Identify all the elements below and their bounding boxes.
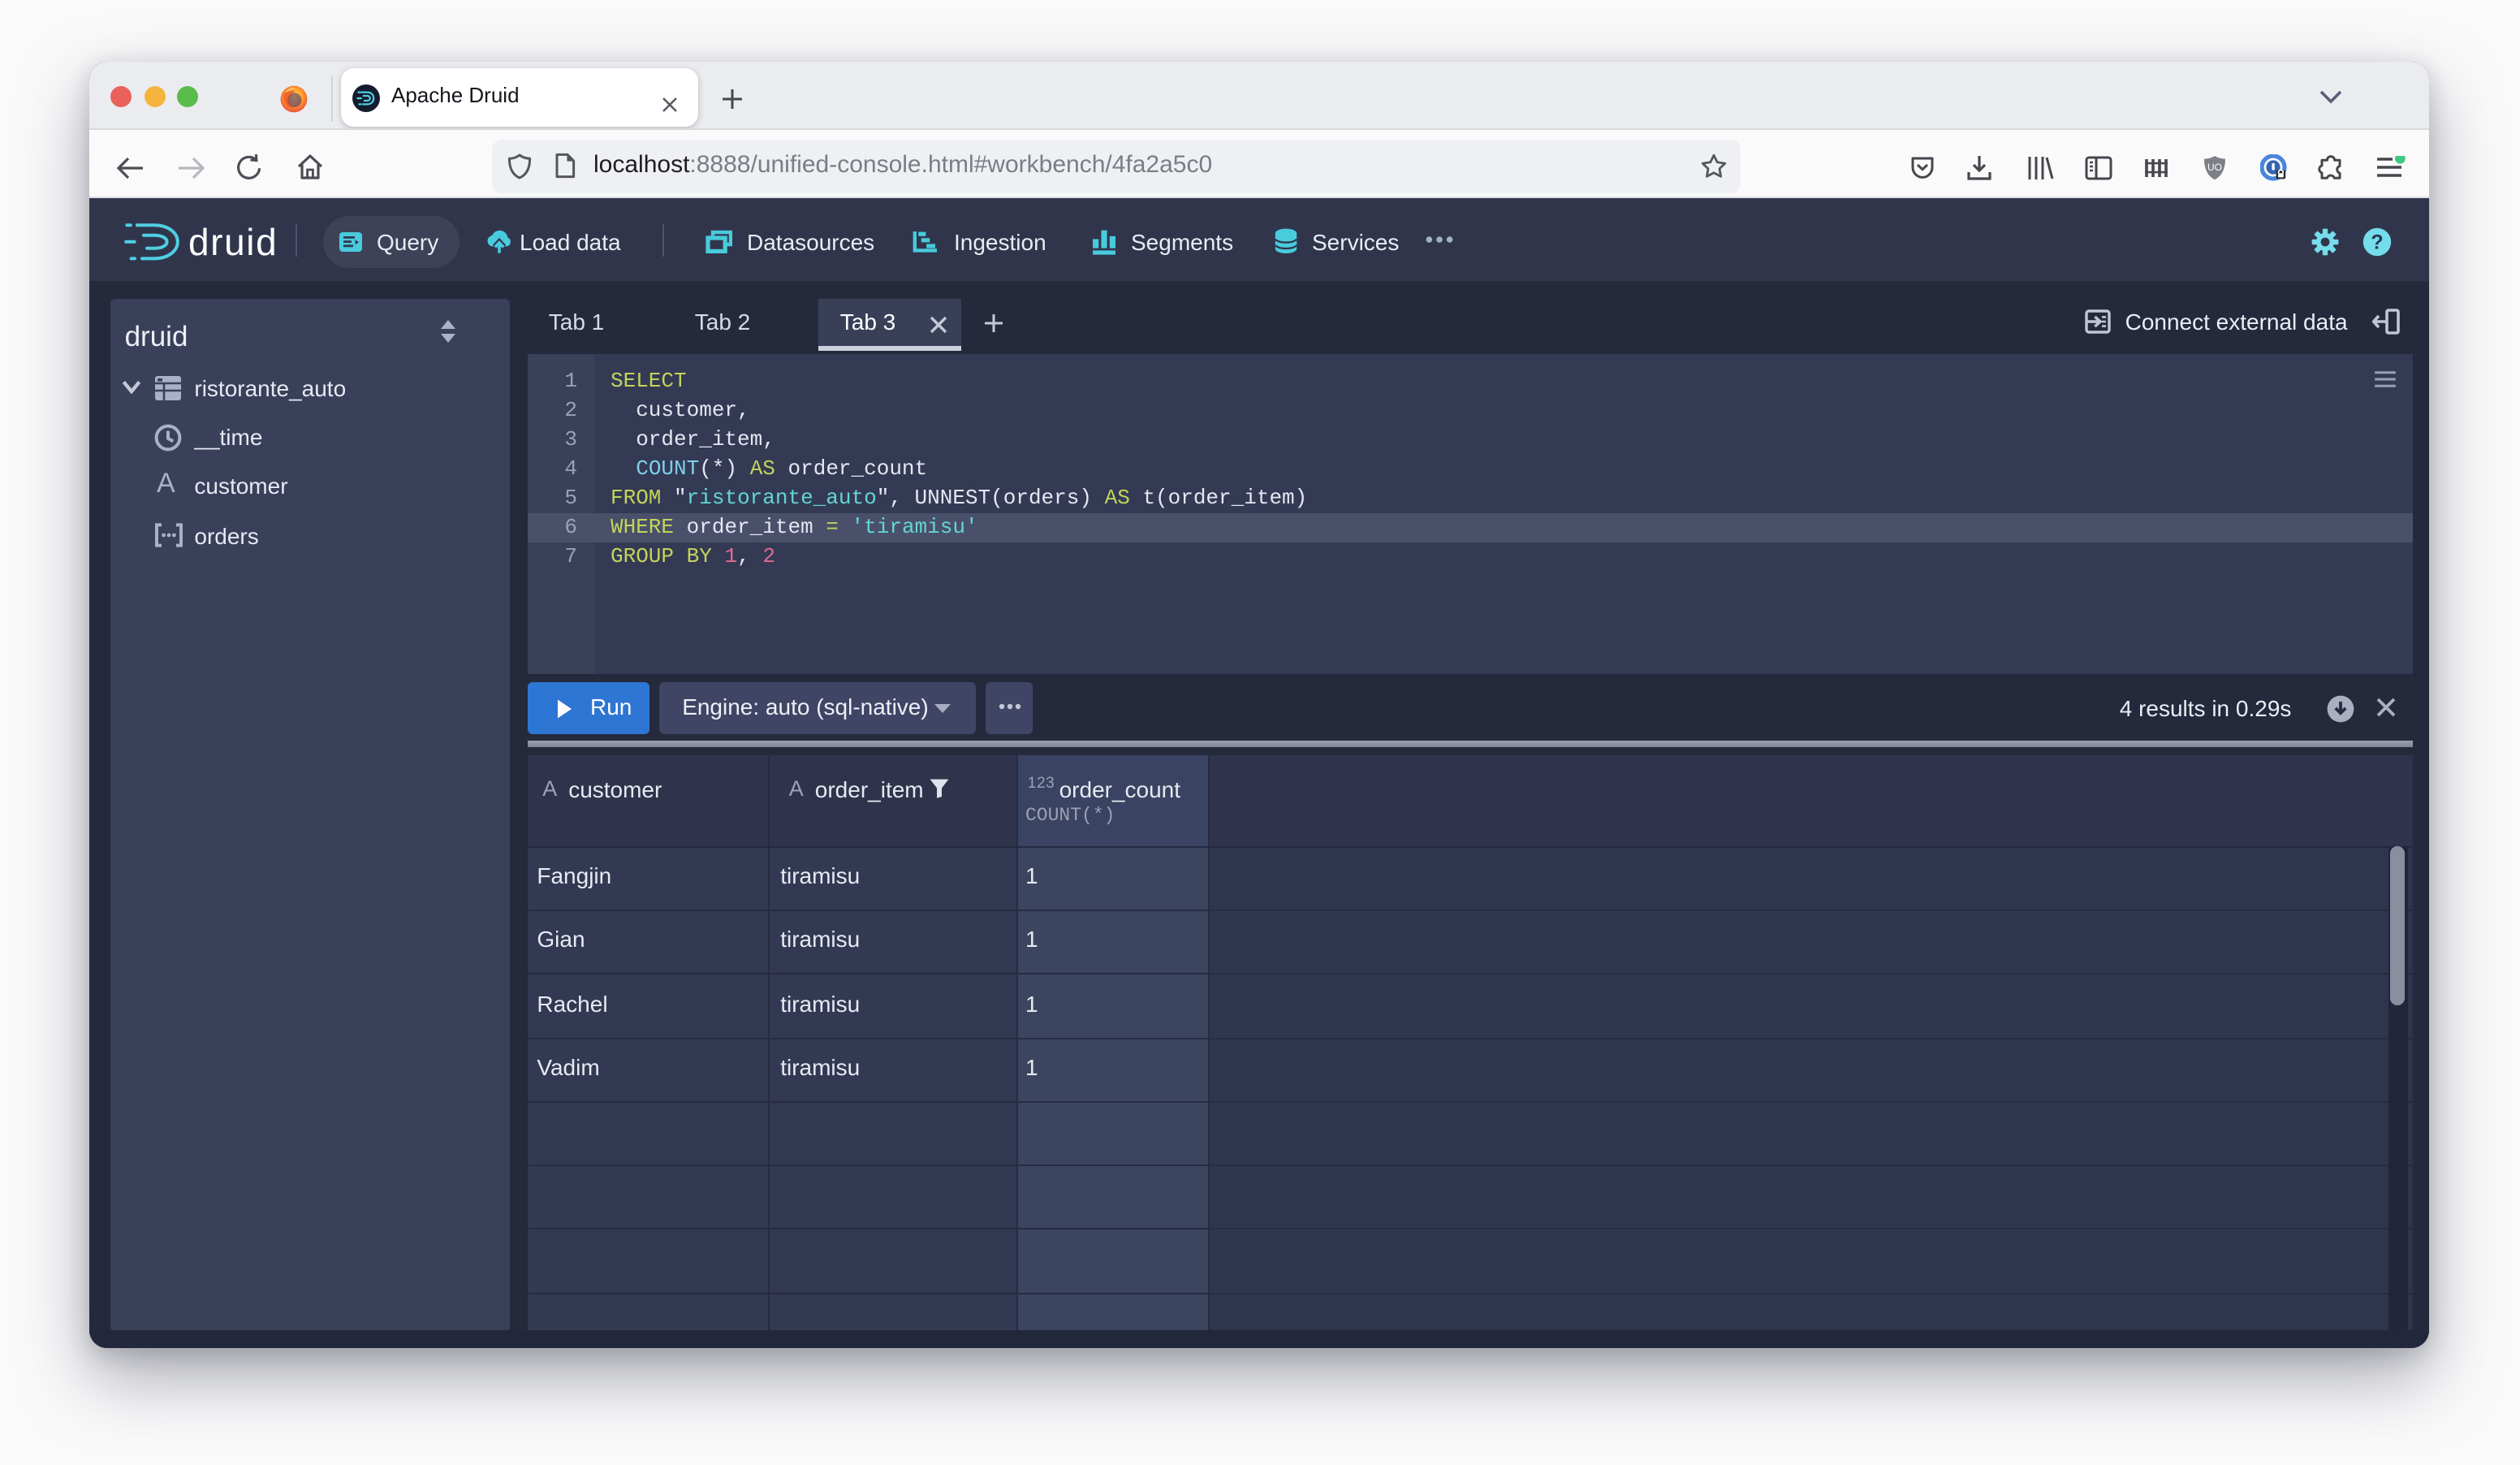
svg-text:UO: UO — [2207, 162, 2222, 173]
svg-text:?: ? — [2371, 230, 2383, 253]
